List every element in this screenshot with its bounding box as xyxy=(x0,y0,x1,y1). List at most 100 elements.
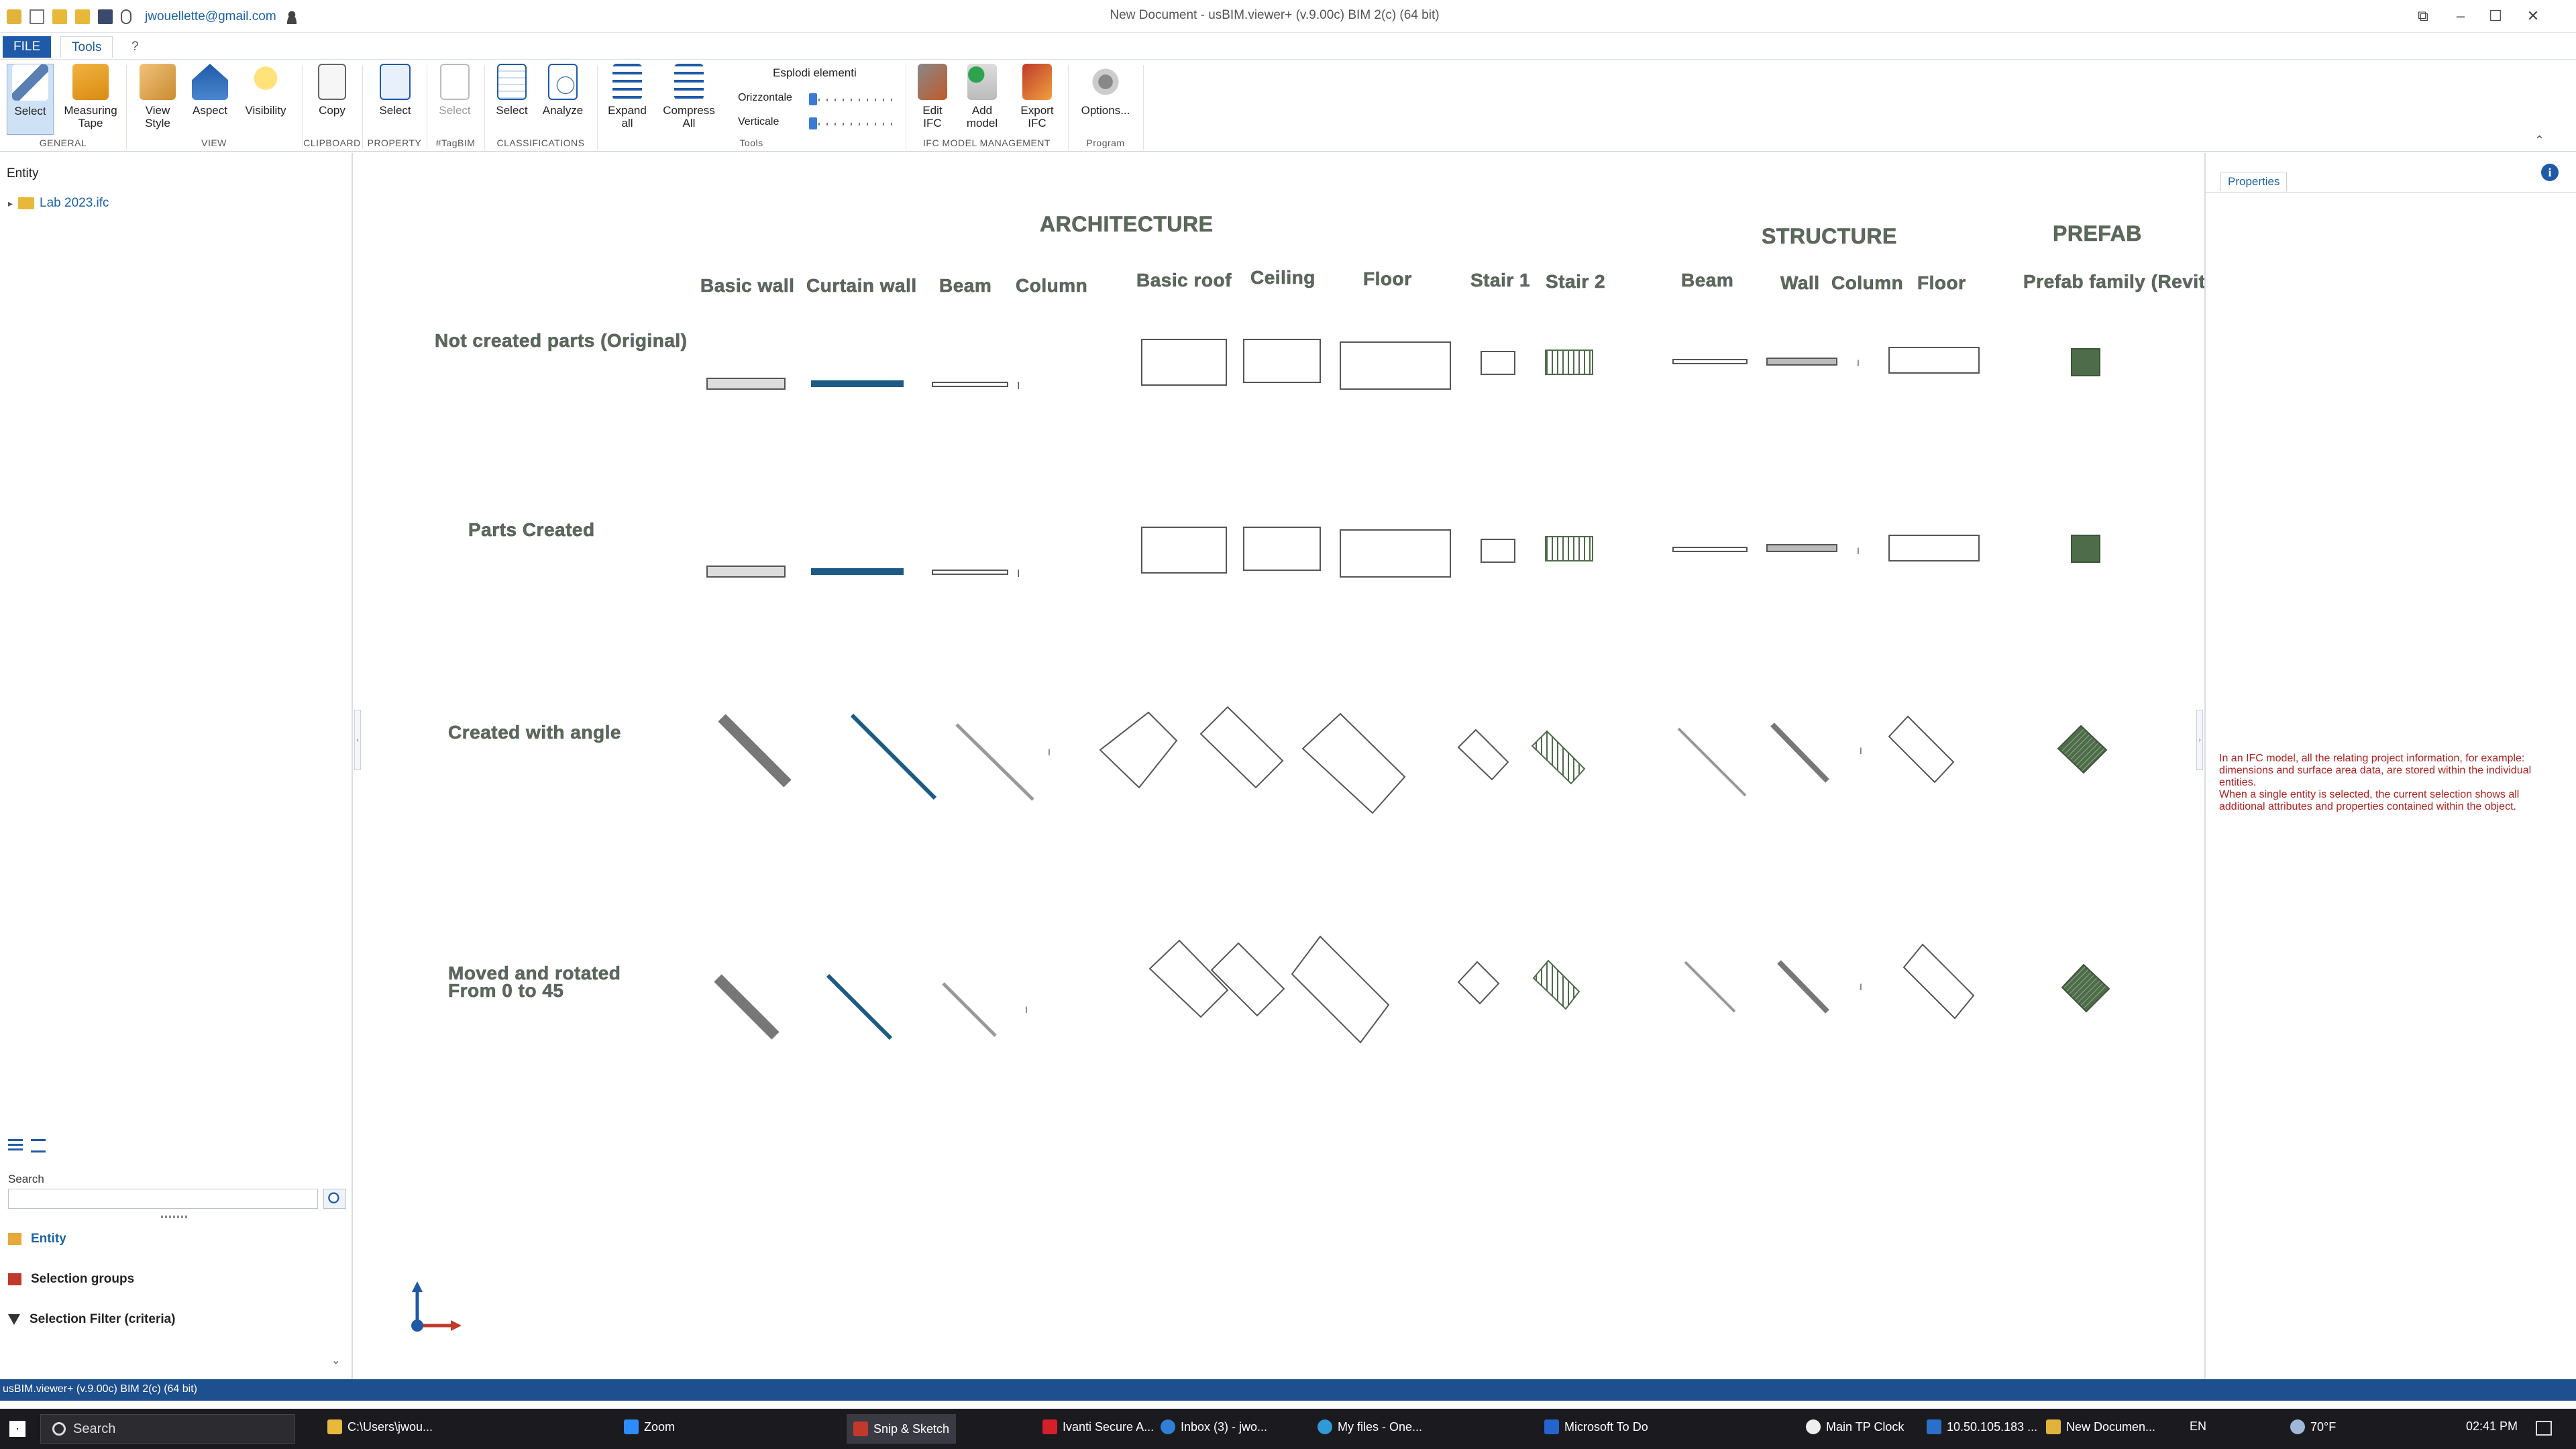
prefab-parts xyxy=(2071,535,2100,563)
column-rotated: I xyxy=(1025,1004,1028,1015)
weather-widget[interactable]: 70°F xyxy=(2290,1419,2336,1434)
stair2-parts xyxy=(1545,536,1593,561)
properties-panel: Properties i In an IFC model, all the re… xyxy=(2204,153,2576,1379)
taskbar-item-ivanti[interactable]: Ivanti Secure A... xyxy=(1042,1419,1154,1434)
vertical-slider[interactable] xyxy=(810,123,894,125)
ribbon: Select Measuring Tape View Style Aspect … xyxy=(0,59,2576,152)
taskbar-search-box[interactable]: Search xyxy=(40,1414,295,1444)
visibility-button[interactable]: Visibility xyxy=(239,64,292,117)
copy-icon xyxy=(318,64,346,100)
ribbon-display-icon[interactable]: ⧉ xyxy=(2410,5,2436,27)
nav-selection-filter[interactable]: Selection Filter (criteria) xyxy=(8,1312,176,1327)
usbim-app-icon xyxy=(2046,1419,2061,1434)
cursor-arrow-icon xyxy=(12,64,48,101)
taskbar-item-inbox[interactable]: Inbox (3) - jwo... xyxy=(1161,1419,1267,1434)
tab-file[interactable]: FILE xyxy=(3,36,52,58)
group-label-general: GENERAL xyxy=(39,138,87,148)
measuring-tape-button[interactable]: Measuring Tape xyxy=(60,64,121,129)
splitter-handle[interactable] xyxy=(161,1216,188,1218)
folder-icon xyxy=(18,197,35,209)
tagbim-select-button[interactable]: Select xyxy=(433,64,476,117)
close-button[interactable]: ✕ xyxy=(2520,5,2546,27)
taskbar-item-zoom[interactable]: Zoom xyxy=(624,1419,675,1434)
structure-beam-angle xyxy=(1677,727,1747,797)
taskbar-item-todo[interactable]: Microsoft To Do xyxy=(1544,1419,1648,1434)
save-icon[interactable] xyxy=(98,9,113,24)
horizontal-slider-thumb[interactable] xyxy=(809,93,817,105)
stair1-angle xyxy=(1457,729,1509,781)
hierarchy-view-icon[interactable] xyxy=(31,1139,46,1152)
taskbar-item-onedrive[interactable]: My files - One... xyxy=(1318,1419,1422,1434)
vertical-slider-thumb[interactable] xyxy=(809,117,817,129)
classification-select-icon xyxy=(497,64,527,100)
tab-tools[interactable]: Tools xyxy=(60,36,113,58)
nav-selection-groups[interactable]: Selection groups xyxy=(8,1272,134,1287)
app-icon xyxy=(7,9,21,24)
taskbar-item-remote[interactable]: 10.50.105.183 ... xyxy=(1927,1419,2037,1434)
maximize-button[interactable]: ☐ xyxy=(2482,5,2509,27)
export-ifc-button[interactable]: Export IFC xyxy=(1013,64,1061,129)
minimize-button[interactable]: – xyxy=(2447,5,2474,27)
select-tool-button[interactable]: Select xyxy=(7,64,54,135)
floor-angle xyxy=(1301,712,1406,814)
entity-panel: Entity ▸ Lab 2023.ifc Search Entity Sele… xyxy=(0,153,353,1379)
basic-wall-angle xyxy=(718,714,792,788)
language-indicator[interactable]: EN xyxy=(2190,1419,2206,1434)
view-style-button[interactable]: View Style xyxy=(134,64,181,129)
group-label-program: Program xyxy=(1086,138,1125,148)
expand-arrow-icon[interactable]: ▸ xyxy=(8,198,13,209)
measuring-tape-icon xyxy=(72,64,109,100)
search-input[interactable] xyxy=(8,1189,318,1209)
3d-viewport[interactable]: ‹ › ARCHITECTURE STRUCTURE PREFAB Basic … xyxy=(354,153,2204,1379)
expand-all-button[interactable]: Expand all xyxy=(604,64,651,129)
column-original: I xyxy=(1017,380,1020,392)
search-icon[interactable] xyxy=(323,1189,346,1209)
taskbar-item-explorer[interactable]: C:\Users\jwou... xyxy=(327,1419,433,1434)
stair2-angle xyxy=(1531,730,1586,785)
stair2-rotated xyxy=(1532,959,1580,1010)
chevron-down-icon[interactable]: ⌄ xyxy=(331,1354,340,1367)
mouse-icon[interactable] xyxy=(121,9,131,24)
row2-elements: I I xyxy=(706,527,2100,580)
taskbar-item-clock[interactable]: Main TP Clock xyxy=(1806,1419,1904,1434)
open-folder-icon[interactable] xyxy=(52,9,67,24)
property-select-button[interactable]: Select xyxy=(373,64,417,117)
tab-properties[interactable]: Properties xyxy=(2220,172,2288,191)
taskbar-item-snip-sketch[interactable]: Snip & Sketch xyxy=(847,1414,957,1444)
tree-item-root[interactable]: ▸ Lab 2023.ifc xyxy=(8,196,109,211)
copy-button[interactable]: Copy xyxy=(311,64,353,117)
beam-parts xyxy=(932,570,1008,575)
windows-start-icon[interactable] xyxy=(9,1421,25,1437)
options-button[interactable]: Options... xyxy=(1073,64,1138,117)
tree-item-label: Lab 2023.ifc xyxy=(40,196,109,210)
tree-view-icon[interactable] xyxy=(8,1139,23,1152)
folder-icon[interactable] xyxy=(75,9,90,24)
notification-icon[interactable] xyxy=(2536,1421,2552,1436)
group-label-classifications: CLASSIFICATIONS xyxy=(496,138,585,148)
basic-wall-parts xyxy=(706,566,786,578)
edit-ifc-button[interactable]: Edit IFC xyxy=(912,64,953,129)
structure-column-rotated: I xyxy=(1860,981,1862,992)
basic-wall-original xyxy=(706,378,786,390)
new-file-icon[interactable] xyxy=(30,9,44,24)
user-icon[interactable] xyxy=(284,9,299,24)
add-model-button[interactable]: Add model xyxy=(958,64,1006,129)
aspect-button[interactable]: Aspect xyxy=(188,64,232,117)
taskbar-item-usbim[interactable]: New Documen... xyxy=(2046,1419,2155,1434)
structure-beam-original xyxy=(1672,359,1748,364)
model-elements[interactable]: I I I I I I I I xyxy=(354,153,2204,1379)
user-email[interactable]: jwouellette@gmail.com xyxy=(145,9,276,24)
expand-tree-icon xyxy=(612,64,642,100)
nav-entity[interactable]: Entity xyxy=(8,1232,66,1246)
collapse-ribbon-icon[interactable]: ⌃ xyxy=(2534,133,2544,148)
analyze-button[interactable]: Analyze xyxy=(537,64,589,117)
info-icon[interactable]: i xyxy=(2541,164,2559,181)
search-icon xyxy=(52,1422,66,1436)
tab-help[interactable]: ? xyxy=(121,36,150,58)
compress-all-button[interactable]: Compress All xyxy=(660,64,718,129)
classifications-select-button[interactable]: Select xyxy=(490,64,534,117)
windows-taskbar: Search C:\Users\jwou... Zoom Snip & Sket… xyxy=(0,1409,2576,1449)
edge-icon xyxy=(1318,1419,1332,1434)
clock-time[interactable]: 02:41 PM xyxy=(2466,1419,2518,1434)
horizontal-slider[interactable] xyxy=(810,99,894,101)
